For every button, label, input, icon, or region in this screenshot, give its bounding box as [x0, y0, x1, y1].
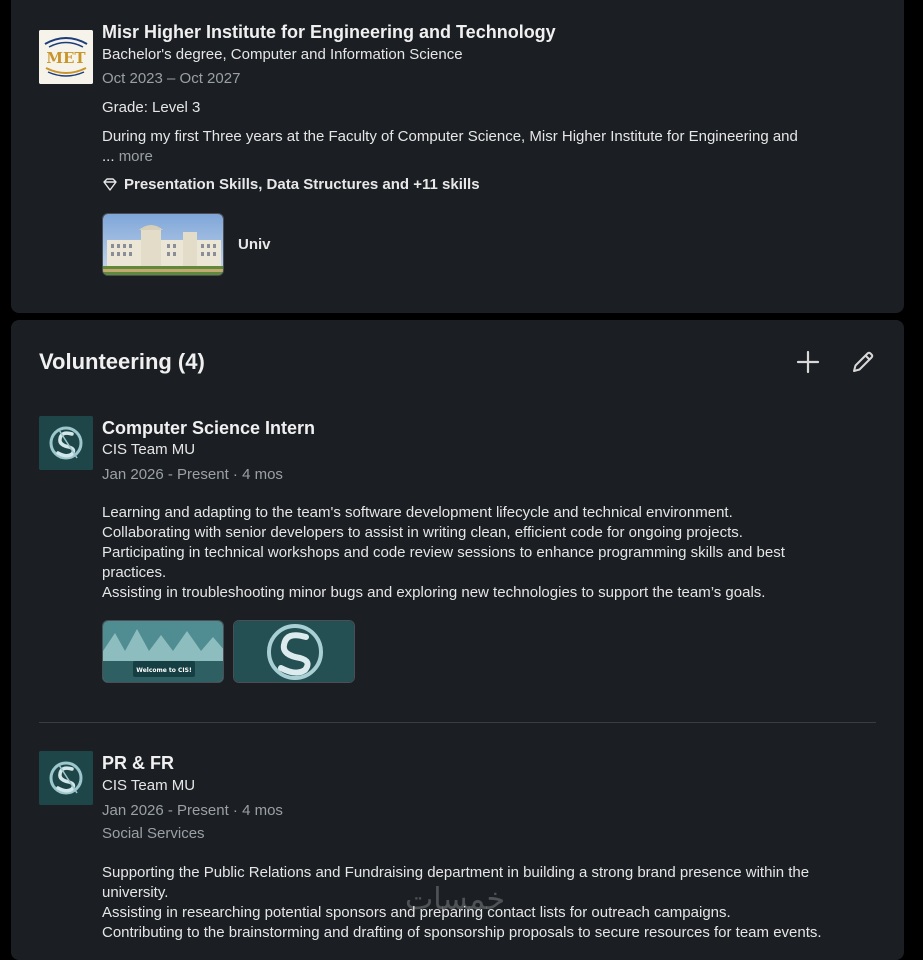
edit-pencil-icon[interactable]	[849, 348, 877, 376]
description-line: Collaborating with senior developers to …	[102, 524, 743, 541]
see-more-link[interactable]: more	[119, 148, 153, 165]
degree: Bachelor's degree, Computer and Informat…	[102, 46, 463, 63]
ellipsis: ...	[102, 148, 115, 165]
school-logo[interactable]: MET	[39, 30, 93, 84]
diamond-icon	[102, 177, 118, 193]
volunteer-media[interactable]: Welcome to CIS!	[102, 620, 355, 683]
svg-text:MET: MET	[46, 49, 86, 67]
volunteering-card: Volunteering (4) Computer Science Intern…	[11, 320, 904, 960]
description-line: Participating in technical workshops and…	[102, 544, 785, 581]
education-media[interactable]: Univ	[102, 213, 271, 276]
svg-text:Welcome to CIS!: Welcome to CIS!	[136, 667, 191, 674]
description-line: Learning and adapting to the team's soft…	[102, 504, 733, 521]
media-title[interactable]: Univ	[238, 236, 271, 253]
cis-logo-thumbnail[interactable]	[233, 620, 355, 683]
organization: CIS Team MU	[102, 441, 196, 458]
cause: Social Services	[102, 825, 205, 842]
skills-label: Presentation Skills, Data Structures and…	[124, 176, 480, 193]
volunteer-dates: Jan 2026 - Present · 4 mos	[102, 466, 283, 483]
description-line: Assisting in troubleshooting minor bugs …	[102, 584, 766, 601]
education-dates: Oct 2023 – Oct 2027	[102, 70, 241, 87]
add-icon[interactable]	[794, 348, 822, 376]
welcome-slide-thumbnail[interactable]: Welcome to CIS!	[102, 620, 224, 683]
section-title: Volunteering (4)	[39, 349, 205, 374]
organization: CIS Team MU	[102, 777, 196, 794]
education-card: MET Misr Higher Institute for Engineerin…	[11, 0, 904, 313]
university-photo-thumbnail[interactable]	[102, 213, 224, 276]
role-title[interactable]: PR & FR	[102, 751, 174, 775]
description-line: Contributing to the brainstorming and dr…	[102, 924, 822, 941]
school-name[interactable]: Misr Higher Institute for Engineering an…	[102, 20, 556, 44]
org-logo[interactable]	[39, 416, 93, 470]
role-title[interactable]: Computer Science Intern	[102, 416, 315, 440]
volunteer-description: Learning and adapting to the team's soft…	[102, 503, 842, 603]
watermark: خمسات	[405, 882, 506, 917]
volunteer-dates: Jan 2026 - Present · 4 mos	[102, 802, 283, 819]
entry-divider	[39, 722, 876, 723]
education-description: During my first Three years at the Facul…	[102, 127, 842, 167]
education-skills[interactable]: Presentation Skills, Data Structures and…	[102, 176, 480, 193]
education-description-line: During my first Three years at the Facul…	[102, 128, 798, 145]
grade: Grade: Level 3	[102, 99, 201, 116]
org-logo[interactable]	[39, 751, 93, 805]
